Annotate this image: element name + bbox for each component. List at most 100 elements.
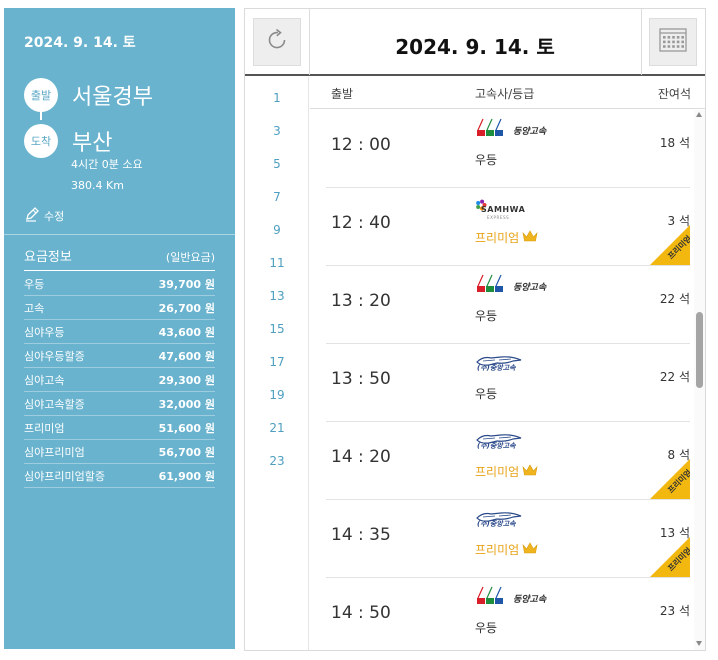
travel-distance: 380.4 Km bbox=[71, 179, 124, 192]
schedule-row[interactable]: 12 : 40 SAMHWA EXPRESS 프리미엄 3 석 프리미엄 bbox=[326, 188, 690, 266]
hour-link[interactable]: 3 bbox=[245, 124, 309, 138]
hour-link[interactable]: 5 bbox=[245, 157, 309, 171]
schedule-panel: 2024. 9. 14. 토 1 3 5 7 9 11 13 15 17 19 21 23 출발 고속… bbox=[244, 8, 706, 651]
bus-grade: 프리미엄 bbox=[475, 541, 538, 558]
fare-title: 요금정보 bbox=[24, 250, 72, 265]
column-departure: 출발 bbox=[331, 87, 354, 101]
grade-label: 프리미엄 bbox=[475, 231, 520, 245]
bus-grade: 우등 bbox=[475, 385, 497, 402]
premium-ribbon: 프리미엄 bbox=[650, 225, 690, 265]
schedule-row[interactable]: 14 : 20 (주)중앙고속 프리미엄 8 석 프리미엄 bbox=[326, 422, 690, 500]
calendar-button[interactable] bbox=[649, 18, 697, 66]
departure-time: 14 : 50 bbox=[331, 603, 391, 623]
grade-label: 우등 bbox=[475, 621, 498, 635]
schedule-row[interactable]: 12 : 00 동양고속 우등 18 석 bbox=[326, 110, 690, 188]
hour-index: 1 3 5 7 9 11 13 15 17 19 21 23 bbox=[245, 77, 309, 650]
fare-price: 39,700 원 bbox=[158, 277, 215, 291]
dongyang-logo-mark bbox=[477, 586, 503, 604]
scroll-down-arrow[interactable] bbox=[696, 641, 702, 646]
arrival-terminal: 부산 bbox=[72, 131, 113, 156]
logo-text: 동양고속 bbox=[513, 283, 547, 293]
bus-grade: 우등 bbox=[475, 307, 497, 324]
schedule-row[interactable]: 14 : 50 동양고속우등 23 석 bbox=[326, 578, 690, 650]
fare-name: 심야프리미엄할증 bbox=[24, 469, 105, 483]
hour-link[interactable]: 17 bbox=[245, 355, 309, 369]
fare-name: 심야고속 bbox=[24, 373, 65, 387]
schedule-row[interactable]: 13 : 50 (주)중앙고속우등 22 석 bbox=[326, 344, 690, 422]
company-logo: 동양고속 bbox=[475, 118, 546, 138]
fare-price: 32,000 원 bbox=[158, 397, 215, 411]
scroll-thumb[interactable] bbox=[696, 312, 703, 388]
departure-time: 13 : 20 bbox=[331, 291, 391, 311]
fare-row: 심야우등 43,600 원 bbox=[24, 320, 215, 344]
fare-row: 심야고속 29,300 원 bbox=[24, 368, 215, 392]
fare-row: 심야우등할증 47,600 원 bbox=[24, 344, 215, 368]
departure-time: 12 : 40 bbox=[331, 213, 391, 233]
fare-name: 우등 bbox=[24, 277, 45, 291]
fare-name: 심야고속할증 bbox=[24, 397, 85, 411]
arrival-badge: 도착 bbox=[24, 124, 58, 158]
company-logo: SAMHWA EXPRESS bbox=[475, 196, 525, 220]
header-divider bbox=[641, 9, 642, 75]
fare-list: 우등 39,700 원고속 26,700 원 심야우등 43,600 원 심야우등할증 47… bbox=[24, 272, 215, 488]
pen-icon bbox=[24, 206, 40, 225]
logo-text: 동양고속 bbox=[513, 127, 547, 137]
schedule-list: 12 : 00 동양고속 우등 18 석 12 : 40 SAMHWA EXPRESS 프리미… bbox=[310, 110, 694, 650]
remaining-seats: 23 석 bbox=[659, 604, 690, 618]
company-logo: 동양고속 bbox=[475, 274, 546, 294]
logo-text: SAMHWA bbox=[481, 205, 526, 214]
crown-icon bbox=[522, 542, 538, 557]
fare-subtitle: (일반요금) bbox=[165, 251, 215, 264]
bus-grade: 우등 bbox=[475, 151, 497, 168]
dongyang-logo-mark bbox=[477, 274, 503, 292]
schedule-date-title: 2024. 9. 14. 토 bbox=[395, 35, 555, 59]
fare-row: 프리미엄 51,600 원 bbox=[24, 416, 215, 440]
arrival-row: 도착 부산 bbox=[24, 124, 112, 158]
fare-price: 51,600 원 bbox=[158, 421, 215, 435]
calendar-icon bbox=[659, 28, 687, 56]
hour-link[interactable]: 19 bbox=[245, 388, 309, 402]
fare-price: 47,600 원 bbox=[158, 349, 215, 363]
schedule-row[interactable]: 14 : 35 (주)중앙고속 프리미엄 13 석 프리미엄 bbox=[326, 500, 690, 578]
scrollbar[interactable] bbox=[694, 110, 705, 650]
premium-ribbon: 프리미엄 bbox=[650, 537, 690, 577]
refresh-icon bbox=[264, 27, 290, 57]
refresh-button[interactable] bbox=[253, 18, 301, 66]
departure-time: 14 : 20 bbox=[331, 447, 391, 467]
remaining-seats: 22 석 bbox=[659, 370, 690, 384]
column-seats: 잔여석 bbox=[657, 87, 691, 101]
logo-text: 동양고속 bbox=[513, 595, 547, 605]
edit-route-button[interactable]: 수정 bbox=[24, 206, 64, 225]
grade-label: 우등 bbox=[475, 309, 498, 323]
hour-link[interactable]: 15 bbox=[245, 322, 309, 336]
fare-price: 29,300 원 bbox=[158, 373, 215, 387]
hour-link[interactable]: 13 bbox=[245, 289, 309, 303]
grade-label: 프리미엄 bbox=[475, 465, 520, 479]
fare-name: 심야우등 bbox=[24, 325, 65, 339]
hour-link[interactable]: 9 bbox=[245, 223, 309, 237]
fare-row: 심야고속할증 32,000 원 bbox=[24, 392, 215, 416]
hour-link[interactable]: 11 bbox=[245, 256, 309, 270]
fare-price: 56,700 원 bbox=[158, 445, 215, 459]
hour-link[interactable]: 21 bbox=[245, 421, 309, 435]
hour-link[interactable]: 1 bbox=[245, 91, 309, 105]
fare-row: 심야프리미엄 56,700 원 bbox=[24, 440, 215, 464]
hour-link[interactable]: 7 bbox=[245, 190, 309, 204]
route-info-panel: 2024. 9. 14. 토 출발 서울경부 도착 부산 4시간 0분 소요 3… bbox=[4, 8, 235, 649]
grade-label: 프리미엄 bbox=[475, 543, 520, 557]
company-logo: (주)중앙고속 bbox=[475, 508, 523, 528]
scroll-up-arrow[interactable] bbox=[696, 112, 702, 117]
schedule-row[interactable]: 13 : 20 동양고속 우등 22 석 bbox=[326, 266, 690, 344]
hour-link[interactable]: 23 bbox=[245, 454, 309, 468]
departure-time: 13 : 50 bbox=[331, 369, 391, 389]
crown-icon bbox=[522, 464, 538, 479]
grade-label: 우등 bbox=[475, 153, 498, 167]
logo-text: (주)중앙고속 bbox=[477, 364, 516, 372]
company-logo: 동양고속 bbox=[475, 586, 546, 606]
fare-name: 심야프리미엄 bbox=[24, 445, 85, 459]
bus-grade: 우등 bbox=[475, 619, 497, 636]
bus-grade: 프리미엄 bbox=[475, 463, 538, 480]
column-company: 고속사/등급 bbox=[475, 87, 535, 101]
grade-label: 우등 bbox=[475, 387, 498, 401]
fare-row: 고속 26,700 원 bbox=[24, 296, 215, 320]
